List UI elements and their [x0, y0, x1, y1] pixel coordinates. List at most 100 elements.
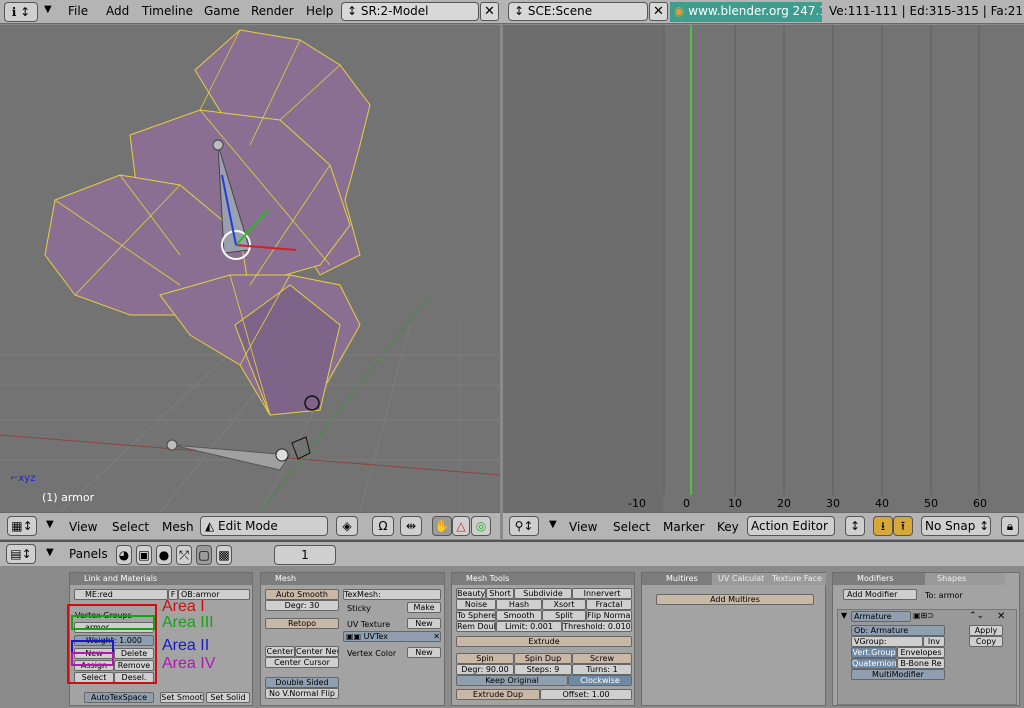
tab-uv-calculation[interactable]: UV Calculat — [712, 573, 768, 585]
limit-field[interactable]: Limit: 0.001 — [496, 621, 562, 632]
fractal-button[interactable]: Fractal — [586, 599, 632, 610]
rem-doubles-button[interactable]: Rem Doubl — [456, 621, 496, 632]
set-smooth-button[interactable]: Set Smoot — [160, 692, 204, 703]
rotate-mode-icon[interactable]: △ — [452, 516, 470, 536]
smooth-button[interactable]: Smooth — [496, 610, 542, 621]
scale-mode-icon[interactable]: ◎ — [471, 516, 491, 536]
vgroup-field[interactable]: VGroup: — [851, 636, 923, 647]
snap-selector[interactable]: No Snap ↕ — [921, 516, 991, 536]
layer-button[interactable]: ⇹ — [400, 516, 422, 536]
tab-modifiers[interactable]: Modifiers — [833, 573, 925, 585]
xsort-button[interactable]: Xsort — [542, 599, 586, 610]
collapse-arrow-icon[interactable]: ▼ — [44, 4, 52, 15]
envelopes-button[interactable]: Envelopes — [897, 647, 945, 658]
double-sided-button[interactable]: Double Sided — [265, 677, 339, 688]
short-button[interactable]: Short — [486, 588, 514, 599]
tab-texture-face[interactable]: Texture Face — [768, 573, 826, 585]
lock-icon[interactable]: 🔒︎ — [1001, 516, 1019, 536]
screen-selector[interactable]: ↕ SR:2-Model — [341, 2, 479, 21]
vert-group-button[interactable]: Vert.Group — [851, 647, 897, 658]
no-vnormal-flip-button[interactable]: No V.Normal Flip — [265, 688, 339, 699]
beauty-button[interactable]: Beauty — [456, 588, 486, 599]
apply-button[interactable]: Apply — [969, 625, 1003, 636]
set-solid-button[interactable]: Set Solid — [206, 692, 250, 703]
to-sphere-button[interactable]: To Sphere — [456, 610, 496, 621]
modifier-toggle-icons[interactable]: ▣⊞⊃ — [913, 611, 934, 620]
modifier-expand-icon[interactable]: ▼ — [841, 611, 847, 620]
menu-select[interactable]: Select — [613, 520, 650, 534]
uvtex-field[interactable]: ▣▣ UVTex ✕ — [343, 631, 441, 642]
collapse-arrow-icon[interactable]: ▼ — [46, 547, 54, 558]
3d-viewport[interactable]: ⌐xyz (1) armor — [0, 25, 500, 512]
spin-button[interactable]: Spin — [456, 653, 514, 664]
screen-close-button[interactable]: ✕ — [480, 2, 499, 21]
copy-pose-icon[interactable]: ⭳ — [873, 516, 893, 536]
subdivide-button[interactable]: Subdivide — [514, 588, 572, 599]
hash-button[interactable]: Hash — [496, 599, 542, 610]
bbone-button[interactable]: B-Bone Re — [897, 658, 945, 669]
modifier-move-icons[interactable]: ⌃⌄ — [969, 611, 984, 621]
scene-context-icon[interactable]: ▩ — [216, 545, 232, 565]
menu-render[interactable]: Render — [251, 4, 294, 18]
editor-type-action-button[interactable]: ⚲↕ — [509, 516, 539, 536]
menu-view[interactable]: View — [69, 520, 97, 534]
uvtex-close-icon[interactable]: ✕ — [433, 632, 440, 641]
tab-shapes[interactable]: Shapes — [925, 573, 1005, 585]
editor-type-info-button[interactable]: ℹ ↕ — [4, 2, 38, 22]
editor-type-buttons-button[interactable]: ▤↕ — [6, 544, 36, 564]
pivot-button[interactable]: Ω — [372, 516, 394, 536]
center-button[interactable]: Center — [265, 646, 295, 657]
threshold-field[interactable]: Threshold: 0.010 — [562, 621, 632, 632]
editor-mode-selector[interactable]: Action Editor — [747, 516, 835, 536]
retopo-button[interactable]: Retopo — [265, 618, 339, 629]
draw-type-button[interactable]: ◈ — [336, 516, 358, 536]
multimodifier-button[interactable]: MultiModifier — [851, 669, 945, 680]
frame-counter[interactable]: 1 — [274, 545, 336, 565]
menu-add[interactable]: Add — [106, 4, 129, 18]
uv-texture-new-button[interactable]: New — [407, 618, 441, 629]
inv-button[interactable]: Inv — [923, 636, 945, 647]
mode-selector[interactable]: ◭ Edit Mode — [200, 516, 328, 536]
steps-field[interactable]: Steps: 9 — [514, 664, 572, 675]
collapse-arrow-icon[interactable]: ▼ — [46, 519, 54, 530]
menu-timeline[interactable]: Timeline — [142, 4, 193, 18]
turns-field[interactable]: Turns: 1 — [572, 664, 632, 675]
add-modifier-button[interactable]: Add Modifier — [843, 589, 917, 600]
editing-context-icon[interactable]: ▢ — [196, 545, 212, 565]
keep-original-button[interactable]: Keep Original — [456, 675, 568, 686]
mesh-name-field[interactable]: ME:red — [74, 589, 168, 600]
scene-selector[interactable]: ↕ SCE:Scene — [508, 2, 648, 21]
add-multires-button[interactable]: Add Multires — [656, 594, 814, 605]
menu-help[interactable]: Help — [306, 4, 333, 18]
extrude-button[interactable]: Extrude — [456, 636, 632, 647]
action-browse-button[interactable]: ↕ — [845, 516, 865, 536]
degr-field[interactable]: Degr: 30 — [265, 600, 339, 611]
copy-button[interactable]: Copy — [969, 636, 1003, 647]
editor-type-3d-button[interactable]: ▦↕ — [7, 516, 37, 536]
action-editor[interactable]: -10 0 10 20 30 40 50 60 — [503, 25, 1024, 512]
script-context-icon[interactable]: ▣ — [136, 545, 152, 565]
center-new-button[interactable]: Center New — [295, 646, 339, 657]
extrude-dup-button[interactable]: Extrude Dup — [456, 689, 540, 700]
collapse-arrow-icon[interactable]: ▼ — [549, 519, 557, 530]
modifier-name-field[interactable]: Armature — [851, 611, 911, 622]
menu-view[interactable]: View — [569, 520, 597, 534]
autotexspace-button[interactable]: AutoTexSpace — [84, 692, 154, 703]
menu-marker[interactable]: Marker — [663, 520, 704, 534]
scene-close-button[interactable]: ✕ — [649, 2, 668, 21]
paste-pose-icon[interactable]: ⭱ — [893, 516, 913, 536]
flip-normal-button[interactable]: Flip Normal — [586, 610, 632, 621]
degr-90-field[interactable]: Degr: 90.00 — [456, 664, 514, 675]
logic-context-icon[interactable]: ◕ — [116, 545, 132, 565]
noise-button[interactable]: Noise — [456, 599, 496, 610]
menu-select[interactable]: Select — [112, 520, 149, 534]
menu-mesh[interactable]: Mesh — [162, 520, 194, 534]
menu-game[interactable]: Game — [204, 4, 240, 18]
center-cursor-button[interactable]: Center Cursor — [265, 657, 339, 668]
offset-field[interactable]: Offset: 1.00 — [540, 689, 632, 700]
menu-key[interactable]: Key — [717, 520, 739, 534]
clockwise-button[interactable]: Clockwise — [568, 675, 632, 686]
screw-button[interactable]: Screw — [572, 653, 632, 664]
spin-dup-button[interactable]: Spin Dup — [514, 653, 572, 664]
innervert-button[interactable]: Innervert — [572, 588, 632, 599]
